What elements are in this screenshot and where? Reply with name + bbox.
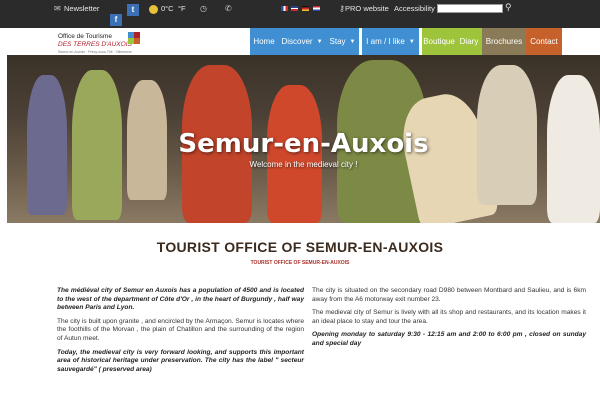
twitter-icon[interactable]: t <box>127 4 139 16</box>
nav-i-am-i-like[interactable]: I am / I like ▼ <box>362 28 419 55</box>
phone-icon: ✆ <box>225 4 232 13</box>
logo-region: DES TERRES D'AUXOIS <box>58 41 132 48</box>
accessibility-link[interactable]: Accessibility <box>394 0 435 18</box>
heritage-paragraph: Today, the medieval city is very forward… <box>57 348 304 373</box>
temperature-fahrenheit[interactable]: °F <box>178 0 186 18</box>
flag-german[interactable] <box>302 6 309 11</box>
page-subtitle: TOURIST OFFICE OF SEMUR-EN-AUXOIS <box>250 260 350 266</box>
logo-title: Office de Tourisme <box>58 33 112 40</box>
opening-hours-paragraph: Opening monday to saturday 9:30 - 12:15 … <box>312 331 586 347</box>
flag-english[interactable] <box>291 6 298 11</box>
nav-discover-label: Discover <box>281 37 313 46</box>
geography-paragraph: The city is built upon granite , and enc… <box>57 317 304 342</box>
hero-banner: Semur-en-Auxois Welcome in the medieval … <box>7 55 600 223</box>
nav-brochures[interactable]: Brochures <box>482 28 526 55</box>
nav-brochures-label: Brochures <box>485 37 523 46</box>
nav-diary-label: Diary <box>459 37 479 46</box>
flag-dutch[interactable] <box>313 6 320 11</box>
top-utility-bar: ✉ Newsletter t f 0°C °F ◷ ✆ ⚷ PRO websit… <box>0 0 600 28</box>
site-header: Office de Tourisme DES TERRES D'AUXOIS S… <box>0 28 600 55</box>
nav-home-label: Home <box>253 37 275 46</box>
access-paragraph: The city is situated on the secondary ro… <box>312 287 586 303</box>
search-icon[interactable]: ⚲ <box>505 2 512 13</box>
chevron-down-icon: ▼ <box>316 38 323 45</box>
chevron-down-icon: ▼ <box>408 38 415 45</box>
nav-home[interactable]: Home <box>250 28 278 55</box>
nav-contact[interactable]: Contact <box>526 28 562 55</box>
nav-boutique-label: Boutique <box>423 37 455 46</box>
nav-discover[interactable]: Discover ▼ <box>278 28 326 55</box>
nav-stay[interactable]: Stay ▼ <box>326 28 359 55</box>
sun-icon <box>149 5 158 14</box>
logo-emblem-icon <box>128 32 140 44</box>
hero-title: Semur-en-Auxois <box>178 129 429 159</box>
logo-towns: Semur-en-Auxois · Précy-sous-Thil · Vill… <box>58 50 132 54</box>
flag-french[interactable] <box>281 6 288 11</box>
chevron-down-icon: ▼ <box>349 38 356 45</box>
facebook-icon[interactable]: f <box>110 14 122 26</box>
page-title: TOURIST OFFICE OF SEMUR-EN-AUXOIS <box>156 239 444 255</box>
temperature-celsius[interactable]: 0°C <box>161 0 174 18</box>
intro-right-column: The city is situated on the secondary ro… <box>312 287 586 354</box>
nav-contact-label: Contact <box>530 37 558 46</box>
key-icon: ⚷ <box>339 4 345 13</box>
nav-diary[interactable]: Diary <box>456 28 482 55</box>
pro-website-link[interactable]: PRO website <box>345 0 389 18</box>
newsletter-link[interactable]: Newsletter <box>64 0 99 18</box>
intro-paragraph: The médiéval city of Semur en Auxois has… <box>57 287 304 312</box>
lifestyle-paragraph: The medieval city of Semur is lively wit… <box>312 309 586 325</box>
nav-boutique[interactable]: Boutique <box>422 28 456 55</box>
clock-icon: ◷ <box>200 4 207 13</box>
intro-left-column: The médiéval city of Semur en Auxois has… <box>57 287 304 379</box>
tourism-office-logo[interactable]: Office de Tourisme DES TERRES D'AUXOIS S… <box>58 31 140 55</box>
nav-i-am-label: I am / I like <box>366 37 405 46</box>
envelope-icon: ✉ <box>54 4 61 13</box>
hero-subtitle: Welcome in the medieval city ! <box>249 160 358 169</box>
search-input[interactable] <box>437 4 503 13</box>
nav-stay-label: Stay <box>329 37 346 46</box>
